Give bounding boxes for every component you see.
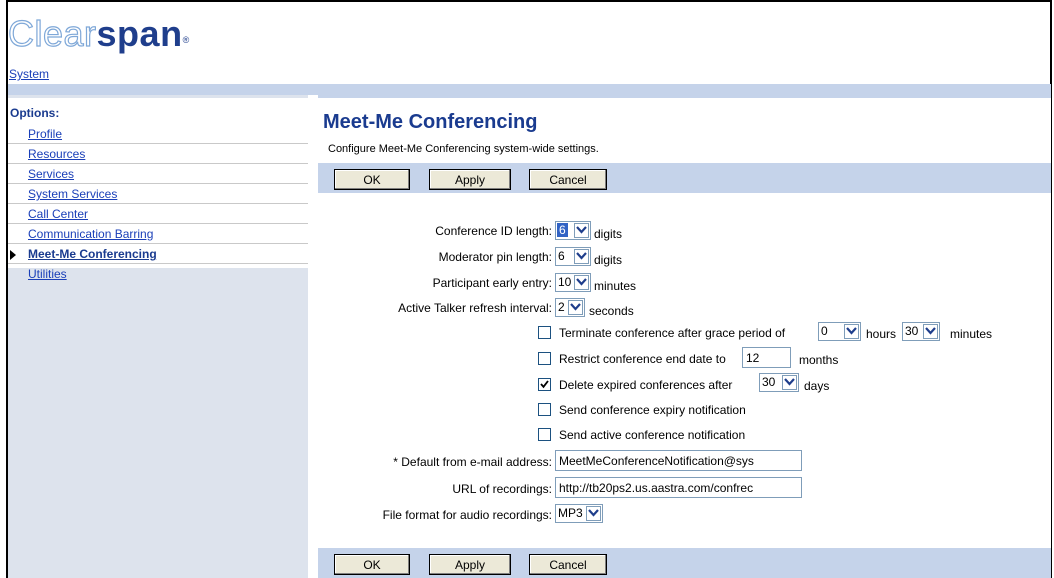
chevron-down-icon[interactable] xyxy=(586,506,601,521)
select-value: 10 xyxy=(558,275,572,289)
options-sidebar: Options: Profile Resources Services Syst… xyxy=(8,95,308,578)
terminate-hours-unit: hours xyxy=(866,327,897,341)
page-header: Meet-Me Conferencing Configure Meet-Me C… xyxy=(318,98,1051,163)
terminate-minutes-select[interactable]: 30 xyxy=(902,322,940,341)
terminate-minutes-unit: minutes xyxy=(950,327,993,341)
sidebar-item-call-center[interactable]: Call Center xyxy=(8,205,308,224)
sidebar-item-label[interactable]: Utilities xyxy=(28,267,67,281)
terminate-hours-select[interactable]: 0 xyxy=(818,322,861,341)
chevron-down-icon[interactable] xyxy=(923,324,938,339)
system-breadcrumb-link[interactable]: System xyxy=(9,67,49,81)
sidebar-item-label[interactable]: Communication Barring xyxy=(28,227,153,241)
sidebar-item-utilities[interactable]: Utilities xyxy=(8,265,308,284)
sidebar-item-label[interactable]: System Services xyxy=(28,187,117,201)
header-divider-bar xyxy=(8,84,1051,95)
select-value: 30 xyxy=(905,324,919,338)
select-value: 2 xyxy=(558,300,565,314)
current-page-arrow-icon xyxy=(10,250,16,260)
main-content: Meet-Me Conferencing Configure Meet-Me C… xyxy=(318,95,1051,578)
terminate-conference-checkbox[interactable] xyxy=(538,326,551,339)
cancel-button-top[interactable]: Cancel xyxy=(529,169,607,190)
chevron-down-icon[interactable] xyxy=(574,223,589,238)
restrict-end-date-checkbox[interactable] xyxy=(538,352,551,365)
sidebar-item-label[interactable]: Meet-Me Conferencing xyxy=(28,247,157,261)
apply-button-top[interactable]: Apply xyxy=(429,169,511,190)
sidebar-item-profile[interactable]: Profile xyxy=(8,125,308,144)
url-of-recordings-input[interactable] xyxy=(555,477,802,498)
moderator-pin-length-label: Moderator pin length: xyxy=(438,250,552,264)
participant-early-entry-unit: minutes xyxy=(594,279,637,293)
cancel-button-bottom[interactable]: Cancel xyxy=(529,554,607,575)
conference-id-length-label: Conference ID length: xyxy=(435,224,552,238)
conference-id-length-select[interactable]: 6 xyxy=(555,221,591,240)
page-title: Meet-Me Conferencing xyxy=(323,111,538,133)
send-active-notification-checkbox[interactable] xyxy=(538,428,551,441)
chevron-down-icon[interactable] xyxy=(574,275,589,290)
send-active-notification-label: Send active conference notification xyxy=(559,428,746,442)
select-value: 0 xyxy=(821,324,828,338)
delete-expired-days-select[interactable]: 30 xyxy=(759,373,799,392)
select-value: 6 xyxy=(557,223,568,237)
select-value: 6 xyxy=(558,249,565,263)
moderator-pin-length-select[interactable]: 6 xyxy=(555,247,591,266)
audio-file-format-select[interactable]: MP3 xyxy=(555,504,603,523)
send-expiry-notification-label: Send conference expiry notification xyxy=(559,403,746,417)
sidebar-title: Options: xyxy=(10,106,60,120)
participant-early-entry-select[interactable]: 10 xyxy=(555,273,591,292)
sidebar-item-label[interactable]: Call Center xyxy=(28,207,88,221)
send-expiry-notification-checkbox[interactable] xyxy=(538,403,551,416)
chevron-down-icon[interactable] xyxy=(844,324,859,339)
checkmark-icon xyxy=(540,380,549,389)
sidebar-menu-panel: Options: Profile Resources Services Syst… xyxy=(8,98,308,281)
apply-button-bottom[interactable]: Apply xyxy=(429,554,511,575)
logo-text-clear: Clear xyxy=(7,13,97,54)
sidebar-item-system-services[interactable]: System Services xyxy=(8,185,308,204)
clearspan-logo: Clearspan® xyxy=(7,13,190,54)
conference-id-length-unit: digits xyxy=(594,227,623,241)
sidebar-item-label[interactable]: Resources xyxy=(28,147,85,161)
sidebar-item-services[interactable]: Services xyxy=(8,165,308,184)
delete-expired-label: Delete expired conferences after xyxy=(559,378,733,392)
active-talker-refresh-label: Active Talker refresh interval: xyxy=(398,301,552,315)
page-subtitle: Configure Meet-Me Conferencing system-wi… xyxy=(328,143,599,155)
participant-early-entry-label: Participant early entry: xyxy=(432,276,552,290)
logo-registered-mark: ® xyxy=(182,35,190,45)
logo-text-span: span xyxy=(96,13,183,54)
chevron-down-icon[interactable] xyxy=(574,249,589,264)
sidebar-item-label[interactable]: Profile xyxy=(28,127,62,141)
select-value: 30 xyxy=(762,375,776,389)
active-talker-refresh-unit: seconds xyxy=(589,304,634,318)
ok-button-bottom[interactable]: OK xyxy=(334,554,410,575)
audio-file-format-label: File format for audio recordings: xyxy=(382,508,552,522)
terminate-conference-label: Terminate conference after grace period … xyxy=(559,326,786,340)
chevron-down-icon[interactable] xyxy=(568,300,583,315)
chevron-down-icon[interactable] xyxy=(782,375,797,390)
sidebar-item-resources[interactable]: Resources xyxy=(8,145,308,164)
sidebar-item-communication-barring[interactable]: Communication Barring xyxy=(8,225,308,244)
restrict-end-date-input[interactable] xyxy=(742,347,791,368)
moderator-pin-length-unit: digits xyxy=(594,253,623,267)
restrict-end-date-unit: months xyxy=(799,353,839,367)
delete-expired-unit: days xyxy=(804,379,830,393)
select-value: MP3 xyxy=(558,506,583,520)
delete-expired-checkbox[interactable] xyxy=(538,378,551,391)
restrict-end-date-label: Restrict conference end date to xyxy=(559,352,726,366)
sidebar-item-label[interactable]: Services xyxy=(28,167,74,181)
default-from-email-input[interactable] xyxy=(555,450,802,471)
url-of-recordings-label: URL of recordings: xyxy=(452,482,552,496)
ok-button-top[interactable]: OK xyxy=(334,169,410,190)
default-from-email-label: * Default from e-mail address: xyxy=(393,455,552,469)
sidebar-item-meet-me-conferencing[interactable]: Meet-Me Conferencing xyxy=(8,245,308,264)
top-button-bar: OK Apply Cancel xyxy=(318,163,1051,193)
settings-form: Conference ID length: 6 digits Moderator… xyxy=(318,193,1051,548)
bottom-button-bar: OK Apply Cancel xyxy=(318,548,1051,578)
active-talker-refresh-select[interactable]: 2 xyxy=(555,298,585,317)
